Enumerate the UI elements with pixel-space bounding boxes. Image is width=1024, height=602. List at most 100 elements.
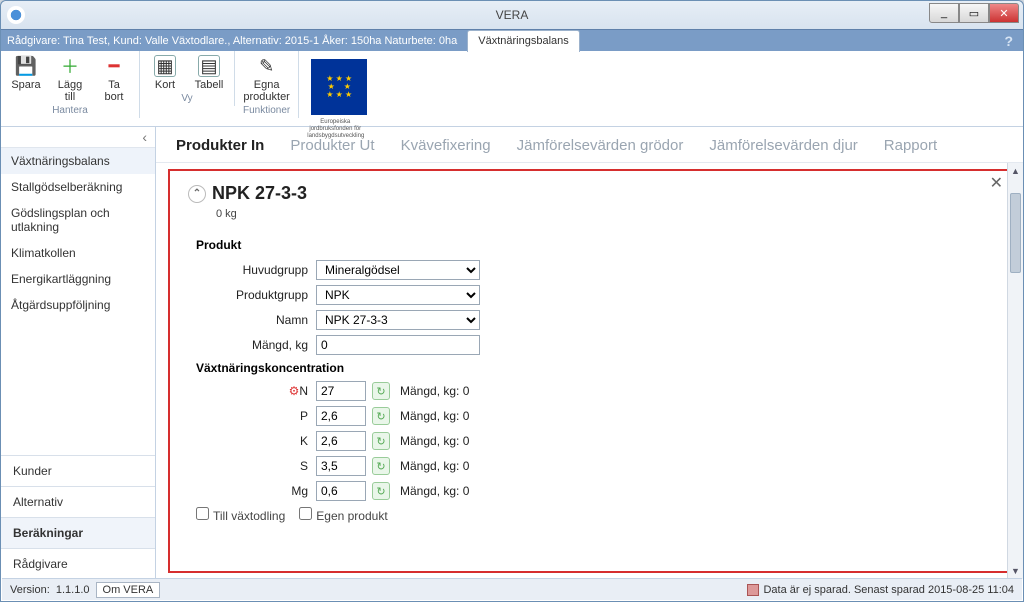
chk-till-input[interactable] <box>196 507 209 520</box>
add-button[interactable]: ＋ Lägg till <box>53 55 87 103</box>
version-label: Version: 1.1.1.0 <box>10 584 90 596</box>
sidebar-item-energi[interactable]: Energikartläggning <box>1 266 155 292</box>
plus-icon: ＋ <box>59 55 81 77</box>
context-text: Rådgivare: Tina Test, Kund: Valle Växtod… <box>7 35 457 47</box>
kort-label: Kort <box>155 79 175 91</box>
product-panel: ✕ ⌃ NPK 27-3-3 0 kg Produkt Huvudgrupp M… <box>168 169 1011 573</box>
remove-button[interactable]: ━ Ta bort <box>97 55 131 103</box>
ribbon-group-vy: ▦ Kort ▤ Tabell Vy <box>140 51 235 106</box>
row-produktgrupp: Produktgrupp NPK <box>188 285 991 305</box>
select-namn[interactable]: NPK 27-3-3 <box>316 310 480 330</box>
mkg-element-S: Mängd, kg: 0 <box>400 459 469 473</box>
help-icon[interactable]: ? <box>1004 33 1013 49</box>
card-view-icon: ▦ <box>154 55 176 77</box>
input-element-P[interactable] <box>316 406 366 426</box>
sidebar-item-godslingsplan[interactable]: Gödslingsplan och utlakning <box>1 200 155 240</box>
input-element-Mg[interactable] <box>316 481 366 501</box>
sidenav-alternativ[interactable]: Alternativ <box>1 486 155 517</box>
unsaved-warning-icon <box>747 584 759 596</box>
window-buttons: _ ▭ ✕ <box>929 3 1019 23</box>
ribbon-group-funktioner: ✎ Egna produkter Funktioner <box>235 51 299 118</box>
tab-jamfor-grodor[interactable]: Jämförelsevärden grödor <box>517 137 684 154</box>
input-element-S[interactable] <box>316 456 366 476</box>
scroll-down-icon[interactable]: ▼ <box>1008 563 1023 579</box>
tab-kvavefixering[interactable]: Kvävefixering <box>401 137 491 154</box>
reset-element-Mg-button[interactable]: ↻ <box>372 482 390 500</box>
section-produkt-title: Produkt <box>196 238 991 252</box>
reset-element-P-button[interactable]: ↻ <box>372 407 390 425</box>
panel-close-icon[interactable]: ✕ <box>990 173 1003 193</box>
save-label: Spara <box>11 79 40 91</box>
context-active-tab[interactable]: Växtnäringsbalans <box>467 30 580 52</box>
vertical-scrollbar[interactable]: ▲ ▼ <box>1007 163 1023 579</box>
input-element-K[interactable] <box>316 431 366 451</box>
chk-egen-label: Egen produkt <box>316 509 387 523</box>
sidebar-item-stallgodsel[interactable]: Stallgödselberäkning <box>1 174 155 200</box>
scroll-thumb[interactable] <box>1010 193 1021 273</box>
sidenav-kunder[interactable]: Kunder <box>1 455 155 486</box>
save-icon: 💾 <box>15 55 37 77</box>
status-bar: Version: 1.1.1.0 Om VERA Data är ej spar… <box>2 578 1022 600</box>
mkg-element-N: Mängd, kg: 0 <box>400 384 469 398</box>
tab-produkter-ut[interactable]: Produkter Ut <box>290 137 374 154</box>
group-label-hantera: Hantera <box>9 105 131 116</box>
maximize-button[interactable]: ▭ <box>959 3 989 23</box>
egna-produkter-button[interactable]: ✎ Egna produkter <box>243 55 289 103</box>
sidenav-radgivare[interactable]: Rådgivare <box>1 548 155 579</box>
sidebar-collapse-icon[interactable]: ‹ <box>1 127 155 148</box>
about-button[interactable]: Om VERA <box>96 582 161 598</box>
row-element-S: S↻Mängd, kg: 0 <box>188 456 991 476</box>
label-element-N: ⚙N <box>188 384 316 398</box>
panel-title-row: ⌃ NPK 27-3-3 <box>188 183 991 204</box>
remove-label: Ta bort <box>105 79 124 103</box>
label-element-K: K <box>188 434 316 448</box>
save-button[interactable]: 💾 Spara <box>9 55 43 91</box>
kort-button[interactable]: ▦ Kort <box>148 55 182 91</box>
tabell-label: Tabell <box>195 79 224 91</box>
sidebar-item-klimatkollen[interactable]: Klimatkollen <box>1 240 155 266</box>
window-title: VERA <box>1 8 1023 22</box>
group-label-funktioner: Funktioner <box>243 105 290 116</box>
collapse-toggle-icon[interactable]: ⌃ <box>188 185 206 203</box>
tab-jamfor-djur[interactable]: Jämförelsevärden djur <box>709 137 857 154</box>
row-element-Mg: Mg↻Mängd, kg: 0 <box>188 481 991 501</box>
eu-flag-icon: ★ ★ ★★ ★★ ★ ★ <box>311 59 367 115</box>
egna-label: Egna produkter <box>243 79 289 103</box>
section-produkt: Produkt Huvudgrupp Mineralgödsel Produkt… <box>188 238 991 523</box>
sidebar-item-atgard[interactable]: Åtgärdsuppföljning <box>1 292 155 318</box>
panel-title: NPK 27-3-3 <box>212 183 307 204</box>
reset-element-N-button[interactable]: ↻ <box>372 382 390 400</box>
mkg-element-K: Mängd, kg: 0 <box>400 434 469 448</box>
scroll-up-icon[interactable]: ▲ <box>1008 163 1023 179</box>
input-element-N[interactable] <box>316 381 366 401</box>
input-mangd[interactable] <box>316 335 480 355</box>
chk-till-vaxtodling[interactable]: Till växtodling <box>196 507 285 523</box>
row-mangd: Mängd, kg <box>188 335 991 355</box>
tabell-button[interactable]: ▤ Tabell <box>192 55 226 91</box>
label-element-P: P <box>188 409 316 423</box>
titlebar: VERA _ ▭ ✕ <box>1 1 1023 29</box>
group-label-vy: Vy <box>148 93 226 104</box>
ribbon: 💾 Spara ＋ Lägg till ━ Ta bort Hantera ▦ … <box>1 51 1023 127</box>
select-produktgrupp[interactable]: NPK <box>316 285 480 305</box>
sidenav-berakningar[interactable]: Beräkningar <box>1 517 155 548</box>
reset-element-S-button[interactable]: ↻ <box>372 457 390 475</box>
ribbon-group-hantera: 💾 Spara ＋ Lägg till ━ Ta bort Hantera <box>1 51 140 118</box>
sidebar-item-vaxtnaringsbalans[interactable]: Växtnäringsbalans <box>1 148 155 174</box>
row-element-N: ⚙N ↻ Mängd, kg: 0 <box>188 381 991 401</box>
close-window-button[interactable]: ✕ <box>989 3 1019 23</box>
table-view-icon: ▤ <box>198 55 220 77</box>
reset-element-K-button[interactable]: ↻ <box>372 432 390 450</box>
minimize-button[interactable]: _ <box>929 3 959 23</box>
chk-egen-input[interactable] <box>299 507 312 520</box>
chk-egen-produkt[interactable]: Egen produkt <box>299 507 387 523</box>
checkbox-row: Till växtodling Egen produkt <box>196 507 991 523</box>
label-mangd: Mängd, kg <box>188 338 316 352</box>
body: ‹ Växtnäringsbalans Stallgödselberäkning… <box>1 127 1023 579</box>
pencil-plus-icon: ✎ <box>256 55 278 77</box>
tab-rapport[interactable]: Rapport <box>884 137 937 154</box>
tab-produkter-in[interactable]: Produkter In <box>176 137 264 154</box>
label-element-Mg: Mg <box>188 484 316 498</box>
minus-icon: ━ <box>103 55 125 77</box>
select-huvudgrupp[interactable]: Mineralgödsel <box>316 260 480 280</box>
